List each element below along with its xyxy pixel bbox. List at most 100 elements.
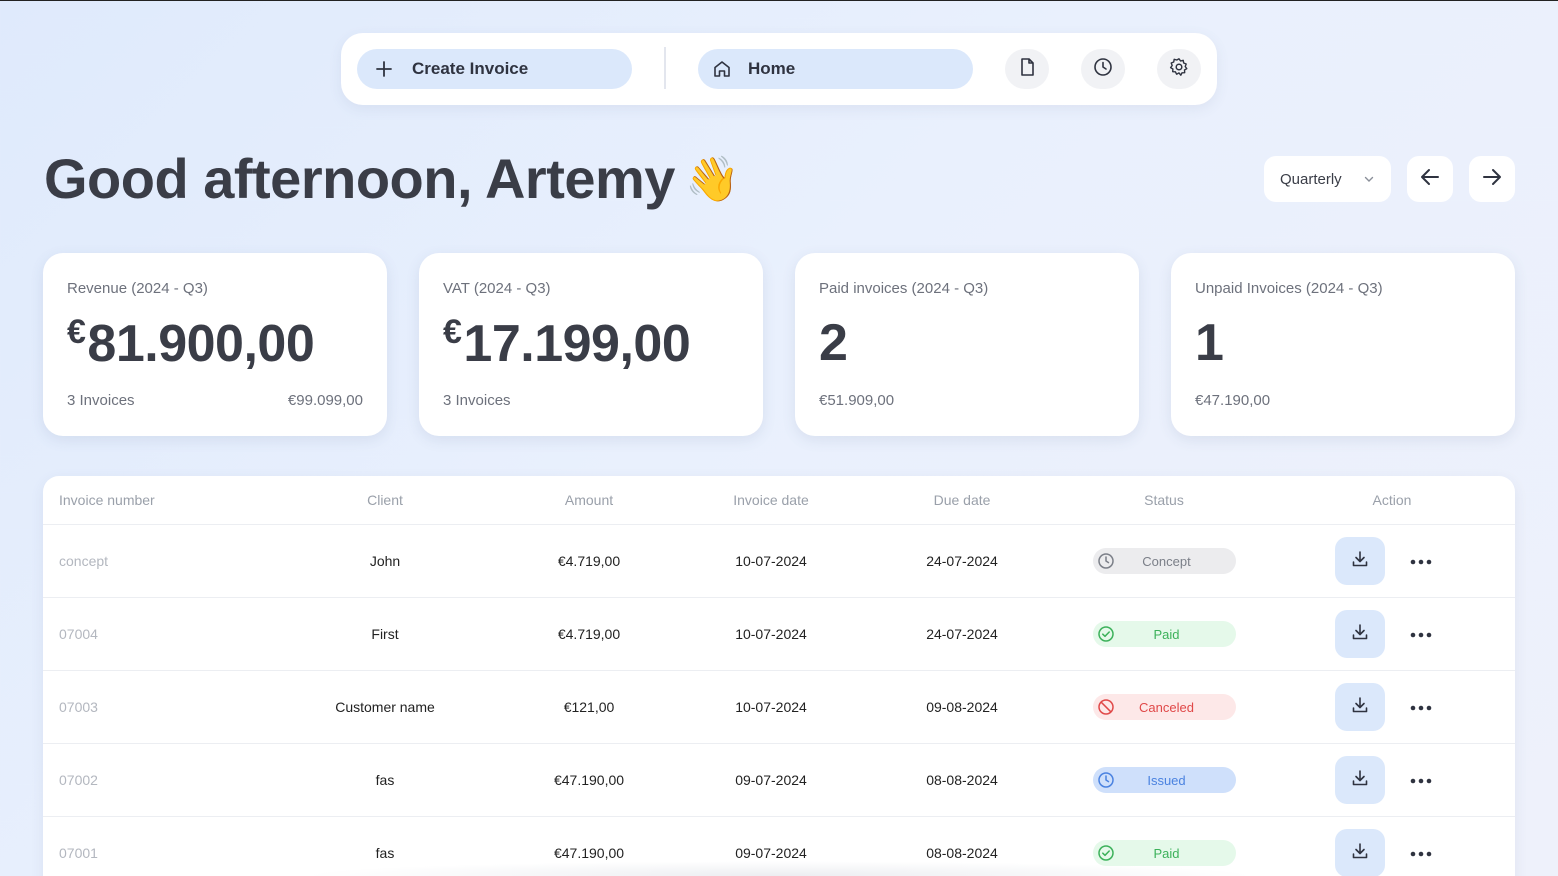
create-invoice-button[interactable]: Create Invoice: [357, 49, 632, 89]
currency-symbol: €: [443, 313, 462, 351]
invoice-number: 07001: [59, 845, 98, 861]
invoice-amount: €47.190,00: [553, 845, 625, 861]
download-button[interactable]: [1335, 683, 1385, 731]
period-select-value: Quarterly: [1280, 170, 1342, 188]
client-name: fas: [375, 772, 395, 788]
table-row[interactable]: 07003 Customer name €121,00 10-07-2024 0…: [43, 671, 1515, 744]
due-date: 08-08-2024: [926, 845, 998, 861]
home-nav-button[interactable]: Home: [698, 49, 973, 89]
download-icon: [1351, 550, 1369, 573]
check-circle-icon: [1097, 844, 1115, 862]
client-name: fas: [375, 845, 395, 861]
gear-icon: [1169, 57, 1189, 82]
download-icon: [1351, 769, 1369, 792]
plus-icon: [374, 59, 394, 79]
file-icon: [1017, 57, 1037, 82]
download-icon: [1351, 696, 1369, 719]
invoice-date: 10-07-2024: [735, 699, 807, 715]
ellipsis-icon: [1410, 625, 1432, 643]
previous-period-button[interactable]: [1407, 156, 1453, 202]
column-header-invoice-number[interactable]: Invoice number: [59, 492, 155, 508]
history-button[interactable]: [1081, 49, 1125, 89]
settings-button[interactable]: [1157, 49, 1201, 89]
wave-emoji: 👋: [684, 154, 740, 204]
status-badge: Canceled: [1093, 694, 1236, 720]
home-icon: [712, 59, 732, 79]
currency-symbol: €: [67, 313, 86, 351]
status-badge: Issued: [1093, 767, 1236, 793]
ellipsis-icon: [1410, 844, 1432, 862]
invoice-number: 07004: [59, 626, 98, 642]
unpaid-invoices-card: Unpaid Invoices (2024 - Q3) 1 €47.190,00: [1171, 253, 1515, 436]
documents-button[interactable]: [1005, 49, 1049, 89]
due-date: 09-08-2024: [926, 699, 998, 715]
invoice-amount: €4.719,00: [557, 553, 621, 569]
status-badge: Paid: [1093, 840, 1236, 866]
top-navigation: Create Invoice Home: [341, 33, 1217, 105]
card-label: Paid invoices (2024 - Q3): [819, 280, 989, 297]
clock-icon: [1097, 771, 1115, 789]
invoice-amount: €47.190,00: [553, 772, 625, 788]
invoice-amount: €121,00: [563, 699, 615, 715]
ellipsis-icon: [1410, 771, 1432, 789]
card-value: €81.900,00: [67, 313, 315, 374]
more-options-button[interactable]: [1407, 843, 1435, 863]
download-button[interactable]: [1335, 829, 1385, 876]
invoice-number: 07002: [59, 772, 98, 788]
more-options-button[interactable]: [1407, 697, 1435, 717]
invoice-date: 10-07-2024: [735, 626, 807, 642]
download-button[interactable]: [1335, 537, 1385, 585]
period-select[interactable]: Quarterly: [1264, 156, 1391, 202]
download-button[interactable]: [1335, 756, 1385, 804]
ellipsis-icon: [1410, 552, 1432, 570]
next-period-button[interactable]: [1469, 156, 1515, 202]
vat-card: VAT (2024 - Q3) €17.199,00 3 Invoices: [419, 253, 763, 436]
paid-invoices-card: Paid invoices (2024 - Q3) 2 €51.909,00: [795, 253, 1139, 436]
chevron-down-icon: [1363, 172, 1375, 189]
clock-icon: [1097, 552, 1115, 570]
table-row[interactable]: concept John €4.719,00 10-07-2024 24-07-…: [43, 525, 1515, 598]
card-value: 2: [819, 314, 848, 372]
check-circle-icon: [1097, 625, 1115, 643]
arrow-right-icon: [1481, 166, 1503, 193]
more-options-button[interactable]: [1407, 624, 1435, 644]
card-value: 1: [1195, 314, 1224, 372]
due-date: 24-07-2024: [926, 553, 998, 569]
column-header-action: Action: [1372, 492, 1412, 508]
download-button[interactable]: [1335, 610, 1385, 658]
card-subtext: €47.190,00: [1195, 392, 1271, 409]
column-header-client[interactable]: Client: [367, 492, 403, 508]
table-row[interactable]: 07002 fas €47.190,00 09-07-2024 08-08-20…: [43, 744, 1515, 817]
create-invoice-label: Create Invoice: [412, 59, 529, 78]
card-subtext: 3 Invoices: [443, 392, 511, 409]
more-options-button[interactable]: [1407, 551, 1435, 571]
due-date: 08-08-2024: [926, 772, 998, 788]
card-subtext: 3 Invoices: [67, 392, 135, 409]
column-header-amount[interactable]: Amount: [565, 492, 613, 508]
invoice-date: 09-07-2024: [735, 772, 807, 788]
card-value: €17.199,00: [443, 313, 691, 374]
card-label: Unpaid Invoices (2024 - Q3): [1195, 280, 1383, 297]
invoice-table: Invoice number Client Amount Invoice dat…: [43, 476, 1515, 876]
due-date: 24-07-2024: [926, 626, 998, 642]
status-badge: Paid: [1093, 621, 1236, 647]
nav-divider: [664, 47, 666, 89]
card-subtotal: €99.099,00: [287, 392, 363, 409]
card-amount: 81.900,00: [87, 315, 315, 373]
column-header-status[interactable]: Status: [1144, 492, 1184, 508]
client-name: Customer name: [335, 699, 435, 715]
table-row[interactable]: 07001 fas €47.190,00 09-07-2024 08-08-20…: [43, 817, 1515, 876]
more-options-button[interactable]: [1407, 770, 1435, 790]
revenue-card: Revenue (2024 - Q3) €81.900,00 3 Invoice…: [43, 253, 387, 436]
table-row[interactable]: 07004 First €4.719,00 10-07-2024 24-07-2…: [43, 598, 1515, 671]
home-label: Home: [748, 59, 796, 78]
clock-icon: [1093, 57, 1113, 82]
column-header-invoice-date[interactable]: Invoice date: [733, 492, 809, 508]
download-icon: [1351, 842, 1369, 865]
card-label: Revenue (2024 - Q3): [67, 280, 208, 297]
table-header: Invoice number Client Amount Invoice dat…: [43, 476, 1515, 525]
column-header-due-date[interactable]: Due date: [934, 492, 991, 508]
page-title: Good afternoon, Artemy 👋: [44, 146, 740, 211]
card-subtext: €51.909,00: [819, 392, 895, 409]
invoice-number: 07003: [59, 699, 98, 715]
